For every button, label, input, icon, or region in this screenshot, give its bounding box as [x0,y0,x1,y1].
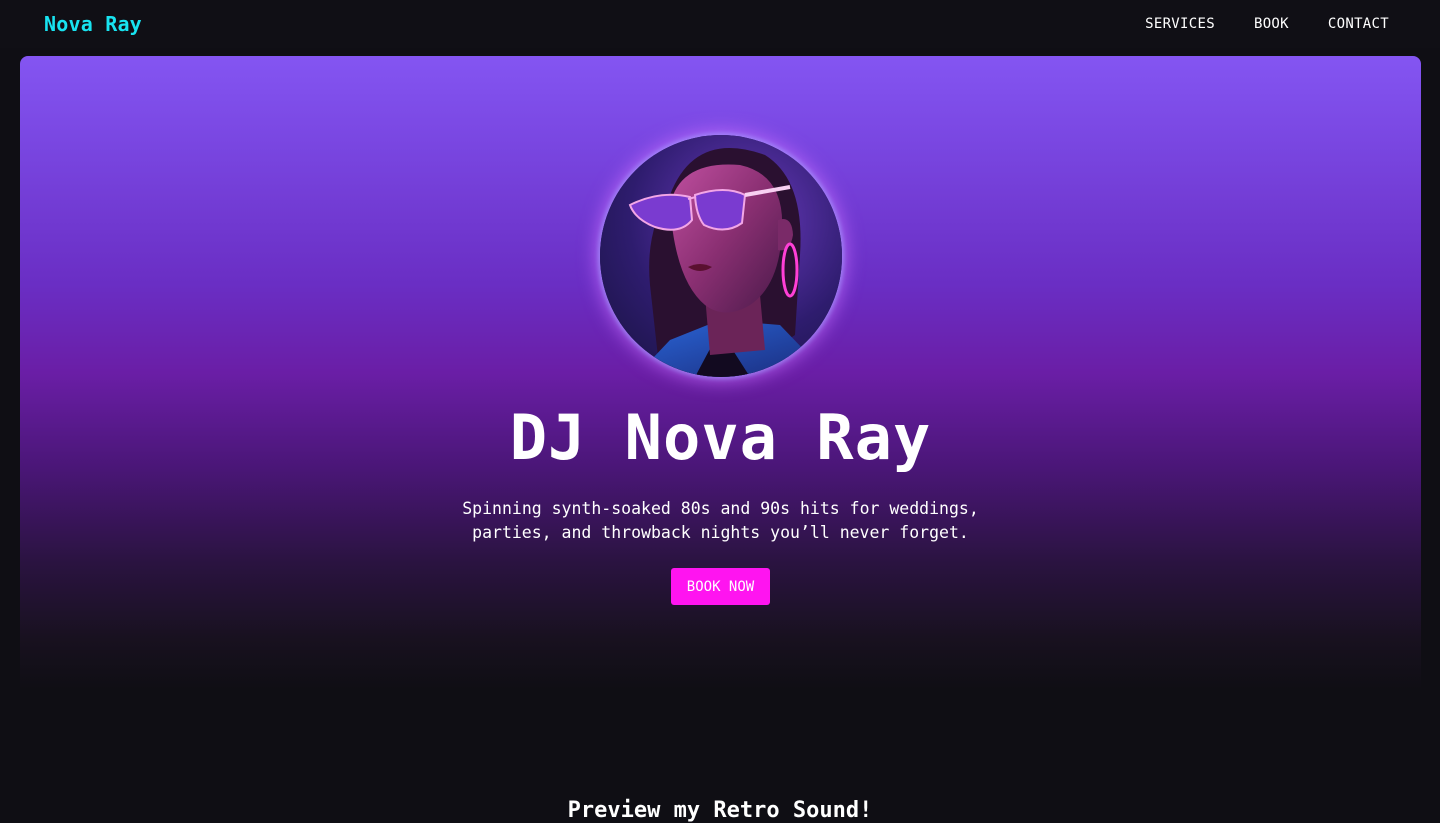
brand-logo-link[interactable]: Nova Ray [44,12,142,36]
top-nav-bar: Nova Ray SERVICES BOOK CONTACT [0,0,1440,48]
hero-tagline: Spinning synth-soaked 80s and 90s hits f… [462,499,979,542]
dj-avatar [600,135,842,377]
main-nav: SERVICES BOOK CONTACT [1145,16,1389,32]
hero-section: DJ Nova Ray Spinning synth-soaked 80s an… [20,56,1421,690]
preview-section-heading: Preview my Retro Sound! [567,798,873,823]
hero-title: DJ Nova Ray [509,401,932,474]
nav-link-book[interactable]: BOOK [1254,16,1289,32]
portrait-photo-icon [600,135,842,377]
nav-link-contact[interactable]: CONTACT [1328,16,1389,32]
book-now-button[interactable]: BOOK NOW [671,568,770,605]
nav-link-services[interactable]: SERVICES [1145,16,1215,32]
